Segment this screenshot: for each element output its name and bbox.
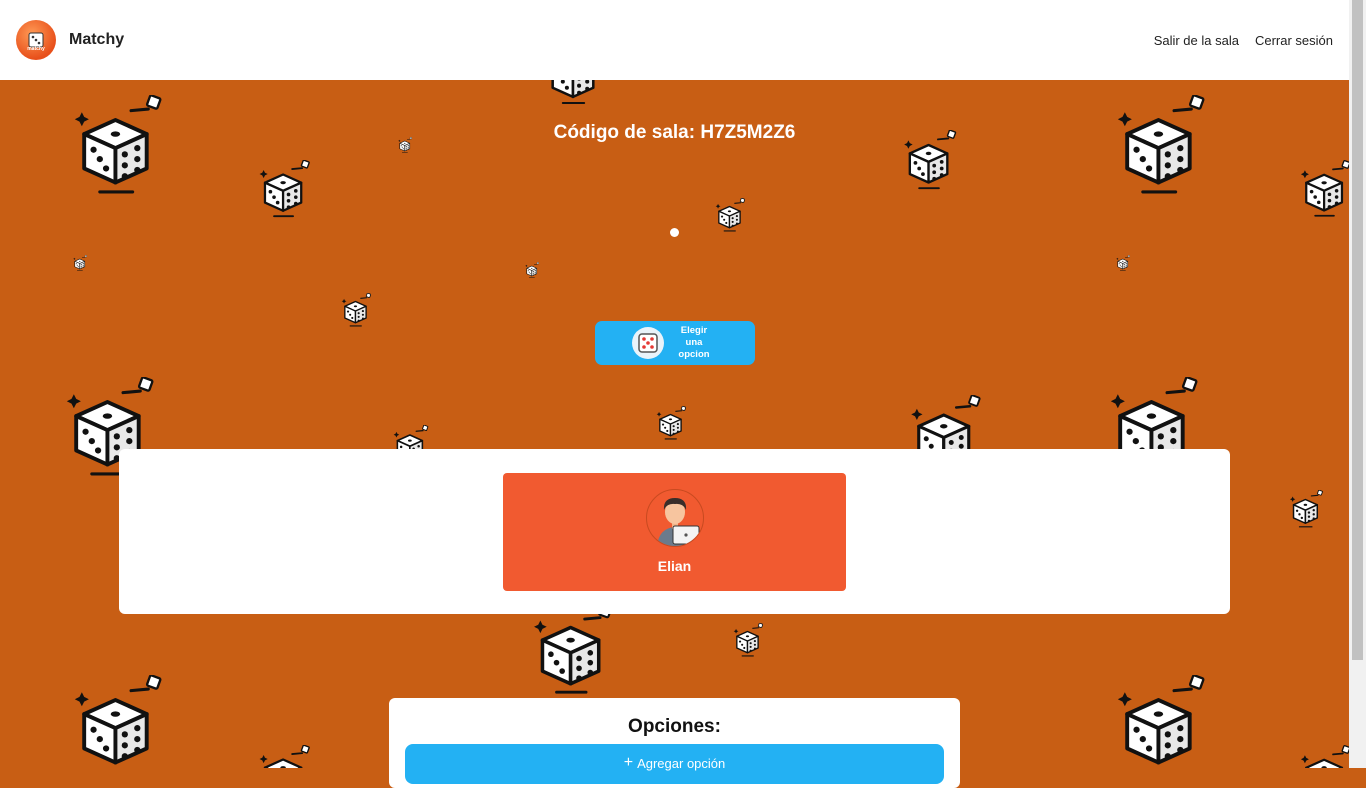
dice-decor-icon	[1116, 255, 1130, 271]
dice-decor-icon	[1115, 675, 1205, 768]
options-title: Opciones:	[628, 716, 721, 737]
dice-decor-icon	[733, 623, 763, 657]
dice-decor-icon	[73, 255, 87, 271]
player-name: Elian	[657, 558, 692, 574]
matchy-logo[interactable]: matchy	[16, 20, 56, 60]
person-laptop-avatar	[646, 489, 704, 547]
dice-decor-icon	[1115, 95, 1205, 194]
add-option-label: Agregar opción	[637, 756, 726, 771]
choose-option-label: Elegir una opcion	[678, 325, 710, 360]
dice-decor-icon	[72, 95, 162, 194]
dice-decor-icon	[258, 160, 310, 218]
top-navbar: matchy Matchy Salir de la sala Cerrar se…	[0, 0, 1349, 80]
dice-decor-icon	[715, 198, 745, 232]
logo-text: matchy	[27, 46, 45, 52]
dice-decor-icon	[525, 262, 539, 278]
dice-decor-icon	[258, 745, 310, 768]
scrollbar-thumb[interactable]	[1352, 0, 1363, 660]
brand-name[interactable]: Matchy	[69, 31, 124, 49]
logout-link[interactable]: Cerrar sesión	[1255, 33, 1333, 48]
dice-decor-icon	[1300, 160, 1349, 217]
dice-decor-icon	[1300, 745, 1349, 768]
dice-background-pattern	[0, 80, 1349, 768]
choose-option-button[interactable]: Elegir una opcion	[595, 321, 755, 365]
dice-icon	[632, 327, 664, 359]
leave-room-link[interactable]: Salir de la sala	[1154, 33, 1239, 48]
dice-decor-icon	[72, 675, 162, 768]
players-panel: Elian	[119, 449, 1230, 614]
options-panel: Opciones: + Agregar opción	[389, 698, 960, 788]
status-dot	[670, 228, 679, 237]
add-option-button[interactable]: + Agregar opción	[405, 744, 944, 784]
plus-icon: +	[623, 754, 634, 771]
dice-decor-icon	[545, 80, 604, 105]
dice-decor-icon	[532, 605, 614, 694]
room-code-title: Código de sala: H7Z5M2Z6	[553, 122, 796, 143]
dice-decor-icon	[341, 293, 371, 327]
dice-decor-icon	[1289, 490, 1323, 528]
page-scrollbar[interactable]	[1349, 0, 1366, 768]
dice-decor-icon	[656, 406, 686, 440]
player-card[interactable]: Elian	[503, 473, 846, 591]
header-nav: Salir de la sala Cerrar sesión	[1154, 33, 1333, 48]
